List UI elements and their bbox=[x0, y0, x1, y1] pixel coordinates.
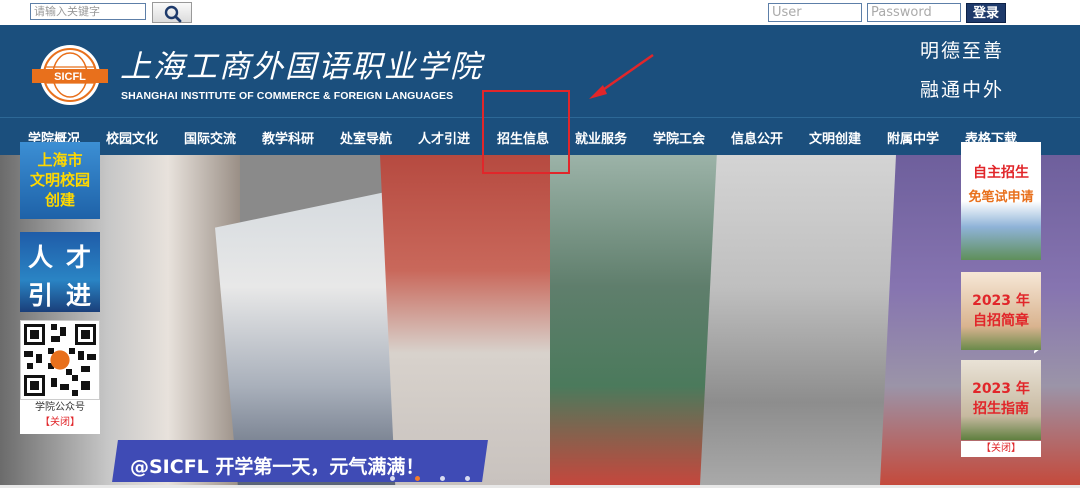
talent-char-1: 人 bbox=[28, 243, 54, 272]
self-enrollment-float[interactable]: 自主招生 免笔试申请 bbox=[961, 142, 1041, 260]
qr-code-icon bbox=[21, 321, 99, 399]
username-input[interactable]: User bbox=[768, 3, 862, 22]
nav-item-civilization[interactable]: 文明创建 bbox=[809, 128, 861, 147]
nav-item-teaching[interactable]: 教学科研 bbox=[262, 128, 314, 147]
guide-line-1: 2023 年 bbox=[972, 381, 1030, 397]
nav-item-culture[interactable]: 校园文化 bbox=[106, 128, 158, 147]
talent-char-4: 进 bbox=[66, 281, 92, 310]
motto-line-2: 融通中外 bbox=[920, 79, 1005, 101]
qr-caption: 学院公众号 bbox=[35, 402, 85, 413]
search-button[interactable] bbox=[152, 2, 192, 23]
top-bar: 请输入关键字 User Password 登录 bbox=[0, 0, 1080, 25]
wechat-qr-code bbox=[20, 320, 100, 400]
motto-line-1: 明德至善 bbox=[920, 40, 1005, 62]
search-input[interactable]: 请输入关键字 bbox=[30, 3, 146, 20]
civil-line-3: 创建 bbox=[44, 191, 75, 209]
talent-recruitment-float[interactable]: 人 才 引 进 bbox=[20, 232, 100, 312]
school-name-en: SHANGHAI INSTITUTE OF COMMERCE & FOREIGN… bbox=[121, 90, 454, 102]
nav-item-international[interactable]: 国际交流 bbox=[184, 128, 236, 147]
nav-item-union[interactable]: 学院工会 bbox=[653, 128, 705, 147]
nav-item-affiliated-school[interactable]: 附属中学 bbox=[887, 128, 939, 147]
slider-dot[interactable] bbox=[465, 476, 470, 481]
enroll-line-1: 自主招生 bbox=[973, 165, 1029, 181]
brochure-float[interactable]: 2023 年 自招简章 bbox=[961, 272, 1041, 350]
slider-dot-active[interactable] bbox=[415, 476, 420, 481]
school-logo[interactable]: SICFL bbox=[28, 39, 112, 107]
civil-line-2: 文明校园 bbox=[29, 171, 90, 189]
nav-item-employment[interactable]: 就业服务 bbox=[575, 128, 627, 147]
civil-line-1: 上海市 bbox=[37, 151, 83, 169]
slider-dot[interactable] bbox=[390, 476, 395, 481]
hero-banner[interactable] bbox=[0, 155, 1080, 485]
talent-char-2: 才 bbox=[66, 243, 92, 272]
banner-photo-jumping bbox=[700, 155, 910, 485]
logo-text: SICFL bbox=[54, 71, 86, 83]
brochure-line-1: 2023 年 bbox=[972, 293, 1030, 309]
school-name-cn[interactable]: 上海工商外国语职业学院 bbox=[120, 41, 483, 86]
nav-item-departments[interactable]: 处室导航 bbox=[340, 128, 392, 147]
qr-caption-box: 学院公众号 【关闭】 bbox=[20, 400, 100, 434]
enroll-line-2: 免笔试申请 bbox=[968, 190, 1034, 205]
brochure-line-2: 自招简章 bbox=[973, 313, 1029, 329]
login-button[interactable]: 登录 bbox=[966, 3, 1006, 23]
password-input[interactable]: Password bbox=[867, 3, 961, 22]
banner-photo-speaker bbox=[215, 188, 405, 485]
left-close-button[interactable]: 【关闭】 bbox=[20, 415, 100, 430]
nav-item-disclosure[interactable]: 信息公开 bbox=[731, 128, 783, 147]
slider-dot[interactable] bbox=[440, 476, 445, 481]
nav-item-talent[interactable]: 人才引进 bbox=[418, 128, 470, 147]
highlight-box bbox=[482, 90, 570, 174]
talent-char-3: 引 bbox=[28, 281, 54, 310]
banner-photo-students-walking bbox=[380, 155, 570, 485]
admission-guide-float[interactable]: 2023 年 招生指南 bbox=[961, 360, 1041, 440]
annotation-arrow-icon bbox=[589, 53, 654, 99]
search-icon bbox=[164, 5, 182, 23]
banner-caption: @SICFL 开学第一天，元气满满！ bbox=[130, 456, 425, 478]
civil-campus-float[interactable]: 上海市 文明校园 创建 bbox=[20, 142, 100, 219]
guide-line-2: 招生指南 bbox=[973, 401, 1029, 417]
right-close-button[interactable]: 【关闭】 bbox=[961, 441, 1041, 457]
